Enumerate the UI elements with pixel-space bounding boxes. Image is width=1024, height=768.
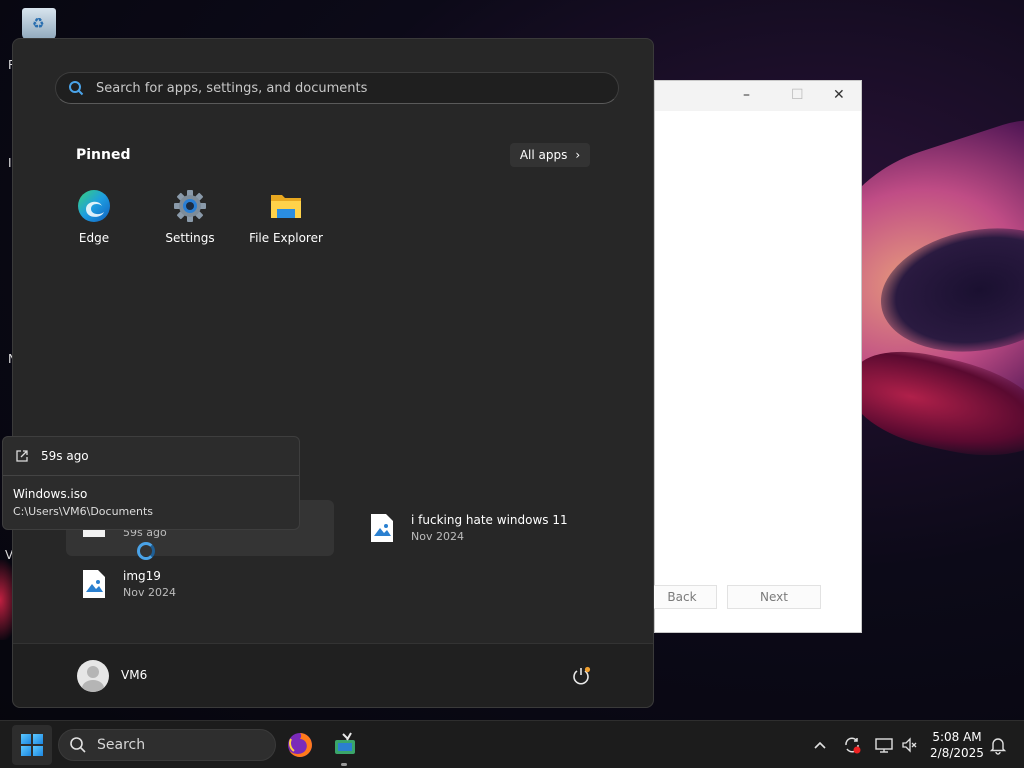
network-icon[interactable] xyxy=(874,735,894,755)
image-file-icon xyxy=(83,570,105,598)
clock-date: 2/8/2025 xyxy=(930,746,984,760)
minimize-icon[interactable]: – xyxy=(743,87,750,103)
start-search-input[interactable] xyxy=(96,80,618,96)
start-menu-footer: VM6 xyxy=(13,643,653,707)
pinned-app-label: Edge xyxy=(78,231,110,245)
maximize-icon[interactable]: ☐ xyxy=(791,87,804,103)
recommended-item[interactable]: img19 Nov 2024 xyxy=(83,569,176,599)
window-titlebar[interactable]: – ☐ ✕ xyxy=(655,81,861,111)
search-icon xyxy=(70,737,86,753)
taskbar-search-label: Search xyxy=(97,737,146,753)
user-name[interactable]: VM6 xyxy=(121,668,147,682)
power-icon[interactable] xyxy=(571,666,591,686)
taskbar-search[interactable]: Search xyxy=(58,729,276,761)
start-search-box[interactable] xyxy=(55,72,619,104)
tooltip-file-path: C:\Users\VM6\Documents xyxy=(13,505,154,518)
running-indicator xyxy=(341,763,347,766)
edge-icon xyxy=(77,189,111,223)
taskbar: Search 5:08 AM 2/8/2025 xyxy=(0,720,1024,768)
settings-gear-icon xyxy=(173,189,207,223)
desktop-icon-label: I xyxy=(8,156,12,170)
tooltip-time: 59s ago xyxy=(41,449,89,463)
all-apps-label: All apps xyxy=(519,148,568,162)
windows-logo-icon xyxy=(21,734,43,756)
pinned-app-file-explorer[interactable]: File Explorer xyxy=(241,189,331,245)
pinned-app-label: File Explorer xyxy=(249,231,323,245)
recommended-item-name: i fucking hate windows 11 xyxy=(411,513,568,527)
volume-muted-icon[interactable] xyxy=(900,735,920,755)
folder-icon xyxy=(269,189,303,223)
tooltip-divider xyxy=(3,475,299,476)
chevron-up-icon[interactable] xyxy=(810,735,830,755)
next-button[interactable]: Next xyxy=(727,585,821,609)
back-button[interactable]: Back xyxy=(647,585,717,609)
pinned-app-settings[interactable]: Settings xyxy=(145,189,235,245)
setup-app-icon[interactable] xyxy=(331,731,359,759)
firefox-icon[interactable] xyxy=(286,731,314,759)
update-sync-icon[interactable] xyxy=(842,735,862,755)
image-file-icon xyxy=(371,514,393,542)
start-button[interactable] xyxy=(12,725,52,765)
pinned-app-edge[interactable]: Edge xyxy=(49,189,139,245)
recommended-item-name: img19 xyxy=(123,569,161,583)
file-tooltip: 59s ago Windows.iso C:\Users\VM6\Documen… xyxy=(2,436,300,530)
clock-time: 5:08 AM xyxy=(932,730,982,744)
search-icon xyxy=(69,81,84,96)
user-avatar[interactable] xyxy=(77,660,109,692)
recommended-item-time: Nov 2024 xyxy=(123,586,176,599)
pinned-heading: Pinned xyxy=(76,147,131,163)
system-clock[interactable]: 5:08 AM 2/8/2025 xyxy=(926,729,988,761)
open-external-icon xyxy=(16,450,28,462)
busy-cursor xyxy=(137,542,155,560)
notification-bell-icon[interactable] xyxy=(988,735,1008,755)
background-window[interactable]: – ☐ ✕ Back Next xyxy=(647,80,862,633)
start-menu: Pinned All apps › Edge xyxy=(12,38,654,708)
chevron-right-icon: › xyxy=(575,148,581,162)
recommended-item[interactable]: i fucking hate windows 11 Nov 2024 xyxy=(371,513,568,543)
close-icon[interactable]: ✕ xyxy=(833,87,845,103)
recommended-item-time: Nov 2024 xyxy=(411,530,464,543)
all-apps-button[interactable]: All apps › xyxy=(510,143,590,167)
pinned-app-label: Settings xyxy=(165,231,215,245)
tooltip-file-name: Windows.iso xyxy=(13,487,88,501)
recycle-bin-icon[interactable]: ♻ xyxy=(22,8,56,40)
